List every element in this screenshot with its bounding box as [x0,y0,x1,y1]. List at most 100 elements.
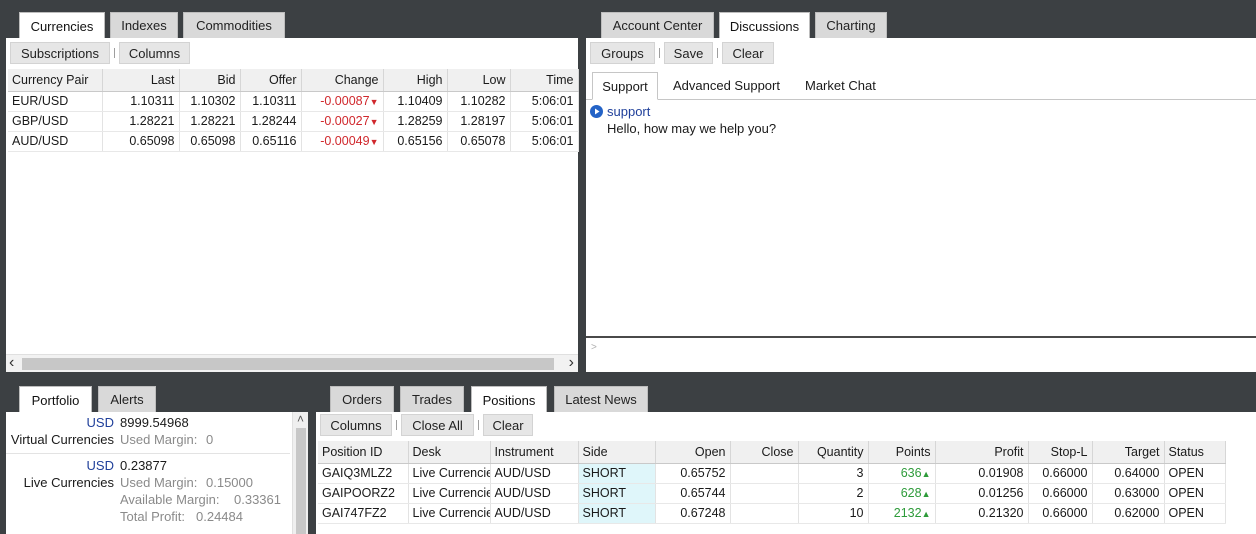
scroll-up-icon[interactable]: ˄ [297,412,304,426]
tab-charting[interactable]: Charting [815,12,887,38]
discussion-tabbar: Account Center Discussions Charting [586,12,1256,39]
cell-pair: AUD/USD [8,131,103,152]
table-row[interactable]: GAIPOORZ2 Live Currencies AUD/USD SHORT … [318,483,1226,504]
subtab-advanced-support[interactable]: Advanced Support [673,78,780,93]
points-value: 628 [900,486,922,500]
detail-label: Used Margin: [120,475,198,490]
cell-instrument: AUD/USD [490,483,579,504]
cell-quantity: 10 [798,503,869,524]
message-sender[interactable]: support [607,104,650,119]
account-virtual[interactable]: USD 8999.54968 Virtual Currencies Used M… [6,412,290,454]
cell-low: 1.28197 [447,111,511,132]
col-time[interactable]: Time [510,69,579,92]
down-arrow-icon: ▼ [369,137,379,147]
positions-columns-button[interactable]: Columns [320,414,392,436]
col-side[interactable]: Side [578,441,656,464]
save-button[interactable]: Save [664,42,713,64]
account-balance: 0.23877 [120,458,167,473]
col-high[interactable]: High [383,69,448,92]
col-change[interactable]: Change [301,69,384,92]
scrollbar-thumb[interactable] [296,428,306,534]
account-currency: USD [86,415,114,430]
cell-status: OPEN [1164,503,1226,524]
cell-profit: 0.01908 [935,463,1029,484]
toolbar-separator [478,420,479,430]
cell-side: SHORT [578,483,656,504]
points-value: 2132 [893,506,922,520]
portfolio-tabbar: Portfolio Alerts [6,386,308,413]
cell-open: 0.65752 [655,463,731,484]
cell-side: SHORT [578,503,656,524]
tab-account-center[interactable]: Account Center [601,12,714,38]
play-circle-icon [590,105,603,118]
cell-time: 5:06:01 [510,111,579,132]
cell-bid: 0.65098 [179,131,241,152]
detail-label: Available Margin: [120,492,220,507]
cell-profit: 0.21320 [935,503,1029,524]
table-row[interactable]: GAI747FZ2 Live Currencies AUD/USD SHORT … [318,503,1226,524]
positions-tabbar: Orders Trades Positions Latest News [316,386,1256,413]
horizontal-scrollbar[interactable]: ‹ › [6,354,578,372]
col-low[interactable]: Low [447,69,511,92]
scroll-left-icon[interactable]: ‹ [9,354,14,372]
subtab-market-chat[interactable]: Market Chat [805,78,876,93]
up-arrow-icon: ▲ [921,469,931,479]
col-offer[interactable]: Offer [240,69,302,92]
close-all-button[interactable]: Close All [401,414,474,436]
col-bid[interactable]: Bid [179,69,241,92]
tab-latest-news[interactable]: Latest News [554,386,648,412]
cell-target: 0.64000 [1092,463,1165,484]
table-row[interactable]: GBP/USD 1.28221 1.28221 1.28244 -0.00027… [8,111,579,132]
col-profit[interactable]: Profit [935,441,1029,464]
col-close[interactable]: Close [730,441,799,464]
tab-trades[interactable]: Trades [400,386,464,412]
cell-high: 1.28259 [383,111,448,132]
cell-open: 0.67248 [655,503,731,524]
col-position-id[interactable]: Position ID [318,441,409,464]
account-live[interactable]: USD 0.23877 Live Currencies Used Margin:… [6,456,290,534]
positions-table: Position ID Desk Instrument Side Open Cl… [318,441,1226,524]
discussion-clear-button[interactable]: Clear [722,42,774,64]
positions-clear-button[interactable]: Clear [483,414,533,436]
col-open[interactable]: Open [655,441,731,464]
cell-pair: EUR/USD [8,91,103,112]
tab-commodities[interactable]: Commodities [183,12,285,38]
col-instrument[interactable]: Instrument [490,441,579,464]
scroll-right-icon[interactable]: › [569,354,574,372]
tab-indexes[interactable]: Indexes [110,12,178,38]
col-quantity[interactable]: Quantity [798,441,869,464]
vertical-scrollbar[interactable]: ˄ [292,412,308,534]
col-status[interactable]: Status [1164,441,1226,464]
cell-low: 1.10282 [447,91,511,112]
cell-status: OPEN [1164,463,1226,484]
cell-last: 0.65098 [102,131,180,152]
col-target[interactable]: Target [1092,441,1165,464]
col-stop-loss[interactable]: Stop-L [1028,441,1093,464]
subscriptions-button[interactable]: Subscriptions [10,42,110,64]
col-last[interactable]: Last [102,69,180,92]
groups-button[interactable]: Groups [590,42,655,64]
tab-orders[interactable]: Orders [330,386,394,412]
tab-discussions[interactable]: Discussions [719,12,810,39]
tab-positions[interactable]: Positions [471,386,547,413]
tab-alerts[interactable]: Alerts [98,386,156,412]
col-desk[interactable]: Desk [408,441,491,464]
subtab-support[interactable]: Support [592,72,658,100]
tab-portfolio[interactable]: Portfolio [19,386,92,413]
table-row[interactable]: AUD/USD 0.65098 0.65098 0.65116 -0.00049… [8,131,579,152]
cell-position-id: GAIQ3MLZ2 [318,463,409,484]
cell-desk: Live Currencies [408,483,491,504]
tab-currencies[interactable]: Currencies [19,12,105,39]
cell-offer: 1.10311 [240,91,302,112]
cell-bid: 1.10302 [179,91,241,112]
cell-change: -0.00049▼ [301,131,384,152]
market-columns-button[interactable]: Columns [119,42,190,64]
table-row[interactable]: EUR/USD 1.10311 1.10302 1.10311 -0.00087… [8,91,579,112]
cell-position-id: GAI747FZ2 [318,503,409,524]
col-currency-pair[interactable]: Currency Pair [8,69,103,92]
table-row[interactable]: GAIQ3MLZ2 Live Currencies AUD/USD SHORT … [318,463,1226,484]
scrollbar-thumb[interactable] [22,358,554,370]
cell-open: 0.65744 [655,483,731,504]
chat-input[interactable]: > [586,336,1256,372]
col-points[interactable]: Points [868,441,936,464]
